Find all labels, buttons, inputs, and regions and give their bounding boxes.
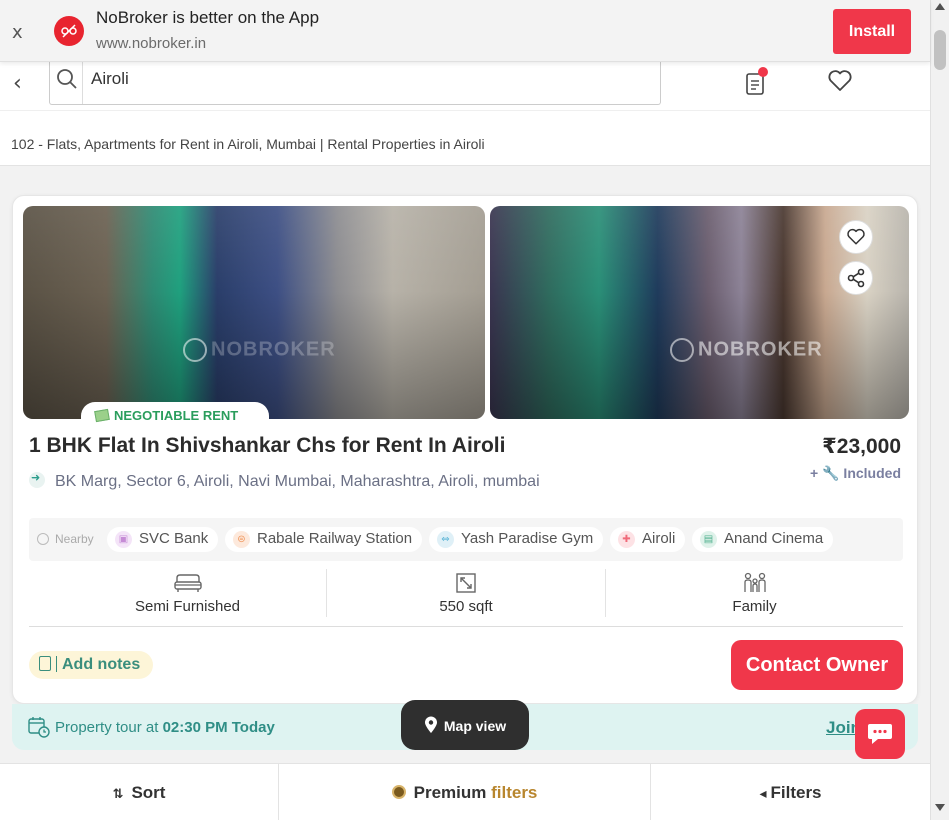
listing-card[interactable]: NOBROKER NOBROKER NEGOTIABLE RENT 1 BHK … [12,195,918,704]
scroll-down-arrow-icon[interactable] [935,804,945,811]
search-header: ‹ [0,60,930,110]
furnishing-label: Semi Furnished [134,598,241,615]
vertical-scrollbar[interactable] [930,0,949,820]
furnishing-info: Semi Furnished [29,565,346,621]
tenant-type-label: Family [732,598,777,615]
hospital-icon: ✚ [618,531,635,548]
bottom-action-bar: ⇅ Sort Premium filters ◂ Filters [0,763,930,820]
sort-icon: ⇅ [112,787,124,802]
photo-watermark: NOBROKER [183,338,336,362]
share-icon [847,268,865,288]
nearby-places: Nearby ▣ SVC Bank ⊜ Rabale Railway Station… [29,518,903,561]
install-button[interactable]: Install [833,9,911,54]
search-icon [57,69,77,89]
nearby-chip[interactable]: ⇔ Yash Paradise Gym [429,527,604,552]
search-input[interactable] [91,69,491,89]
notification-dot [758,67,768,77]
heart-icon [847,228,865,245]
chat-button[interactable] [855,709,905,759]
negotiable-rent-badge: NEGOTIABLE RENT [81,402,269,428]
banner-title: NoBroker is better on the App [96,8,320,27]
family-icon [743,572,766,592]
scroll-up-arrow-icon[interactable] [935,3,945,10]
location-target-icon [37,533,49,545]
directions-icon [29,471,45,488]
nearby-chip[interactable]: ⊜ Rabale Railway Station [225,527,423,552]
nearby-chip[interactable]: ▣ SVC Bank [107,527,219,552]
breadcrumb-text: 102 - Flats, Apartments for Rent in Airo… [11,136,485,152]
search-box[interactable] [49,60,661,105]
filters-button[interactable]: ◂ Filters [651,764,930,820]
tenant-type-info: Family [606,565,903,621]
area-icon [456,573,476,593]
premium-filters-button[interactable]: Premium filters [279,764,650,820]
photo-watermark: NOBROKER [670,338,823,362]
banner-close-button[interactable]: x [12,22,23,43]
nearby-label: Nearby [37,532,94,546]
sort-button[interactable]: ⇅ Sort [0,764,278,820]
cinema-icon: ▤ [700,531,717,548]
maintenance-included[interactable]: + 🔧 Included [810,465,901,482]
calendar-clock-icon [28,717,50,738]
contact-owner-button[interactable]: Contact Owner [731,640,903,690]
banner-url: www.nobroker.in [96,35,207,52]
area-info: 550 sqft [327,565,605,621]
share-button[interactable] [839,261,873,295]
heart-icon[interactable] [827,69,853,93]
map-pin-icon [424,716,437,733]
note-icon [39,656,51,671]
train-icon: ⊜ [233,531,250,548]
listing-address: BK Marg, Sector 6, Airoli, Navi Mumbai, … [29,471,540,491]
tour-text: Property tour at 02:30 PM Today [55,719,275,736]
sofa-icon [173,574,202,592]
bank-icon: ▣ [115,531,132,548]
scrollbar-thumb[interactable] [934,30,946,70]
breadcrumb: 102 - Flats, Apartments for Rent in Airo… [0,110,930,166]
premium-crown-icon [391,785,406,799]
add-notes-button[interactable]: Add notes [29,651,153,679]
listing-title[interactable]: 1 BHK Flat In Shivshankar Chs for Rent I… [29,434,505,458]
amenities-row: Semi Furnished 550 sqft Family [29,565,903,627]
nobroker-logo [54,16,84,46]
nearby-chip[interactable]: ✚ Airoli [610,527,686,552]
area-label: 550 sqft [439,598,493,615]
back-arrow-icon[interactable]: ‹ [13,71,22,96]
property-photo-1[interactable]: NOBROKER [23,206,485,419]
map-view-button[interactable]: Map view [401,700,529,750]
gym-icon: ⇔ [437,531,454,548]
rent-price: ₹23,000 [822,435,901,458]
app-install-banner: x NoBroker is better on the App www.nobr… [0,0,930,62]
filter-icon: ◂ [759,786,767,802]
favorite-button[interactable] [839,220,873,254]
chat-bubble-icon [868,724,892,744]
nearby-chip[interactable]: ▤ Anand Cinema [692,527,834,552]
price-tag-icon [94,408,110,423]
